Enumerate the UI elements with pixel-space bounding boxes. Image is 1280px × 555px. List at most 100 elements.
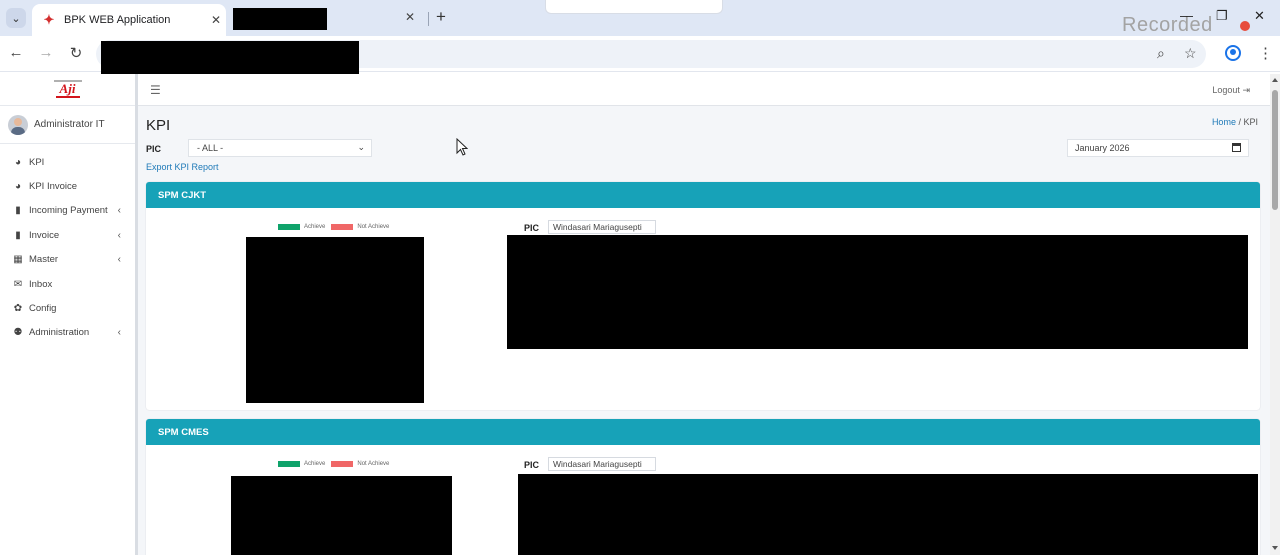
- logout-label: Logout: [1212, 85, 1240, 95]
- user-cog-icon: ⚉: [13, 327, 23, 339]
- chevron-left-icon: ‹: [117, 205, 121, 217]
- redacted-chart: [246, 237, 424, 403]
- sidebar: Aji Administrator IT ◕ KPI ◕ KPI Invoice…: [0, 74, 138, 555]
- sidebar-item-config[interactable]: ✿ Config: [0, 296, 135, 320]
- sign-out-icon: ⇥: [1242, 85, 1250, 95]
- legend-item-not-achieve[interactable]: Not Achieve: [331, 224, 389, 230]
- sidebar-item-label: Config: [29, 303, 57, 315]
- table-icon: ▦: [13, 254, 23, 266]
- hamburger-menu-icon[interactable]: ☰: [150, 83, 161, 97]
- redacted-table: [518, 474, 1258, 555]
- card-pic-label: PIC: [524, 460, 540, 470]
- legend-swatch-not-achieve: [331, 224, 354, 230]
- new-tab-button[interactable]: +: [436, 7, 446, 27]
- legend-item-not-achieve[interactable]: Not Achieve: [331, 461, 389, 467]
- sidebar-item-master[interactable]: ▦ Master ‹: [0, 248, 135, 272]
- browser-menu-icon[interactable]: ⋮: [1258, 44, 1273, 62]
- sidebar-item-kpi[interactable]: ◕ KPI: [0, 150, 135, 174]
- file-icon: ▮: [15, 229, 21, 241]
- sidebar-item-label: KPI: [29, 156, 45, 168]
- envelope-icon: ✉: [13, 278, 23, 290]
- profile-icon[interactable]: [1225, 45, 1241, 61]
- brand[interactable]: Aji: [0, 74, 135, 106]
- avatar: [8, 114, 28, 135]
- legend-swatch-achieve: [278, 461, 300, 467]
- top-navbar: ☰ Logout ⇥: [138, 74, 1270, 106]
- period-month-input[interactable]: January 2026: [1067, 139, 1249, 157]
- calendar-icon[interactable]: [1232, 143, 1241, 152]
- close-window-button[interactable]: ✕: [1254, 8, 1265, 24]
- close-tab-icon[interactable]: ✕: [405, 10, 415, 24]
- legend-label: Achieve: [304, 224, 326, 230]
- card-pic-field[interactable]: Windasari Mariagusepti: [548, 457, 656, 471]
- chevron-left-icon: ‹: [117, 229, 121, 241]
- sidebar-item-inbox[interactable]: ✉ Inbox: [0, 272, 135, 296]
- scroll-down-arrow-icon[interactable]: [1272, 546, 1278, 550]
- redacted-chart: [231, 476, 452, 555]
- pic-filter-value: - ALL -: [197, 143, 224, 153]
- sidebar-item-label: Master: [29, 254, 59, 266]
- sidebar-item-kpi-invoice[interactable]: ◕ KPI Invoice: [0, 174, 135, 198]
- forward-arrow-icon[interactable]: →: [36, 44, 56, 61]
- export-kpi-report-link[interactable]: Export KPI Report: [146, 162, 219, 172]
- legend-label: Not Achieve: [357, 224, 390, 230]
- redacted-tab-title[interactable]: [233, 8, 327, 30]
- sidebar-item-administration[interactable]: ⚉ Administration ‹: [0, 321, 135, 345]
- chevron-down-icon: ⌄: [357, 142, 365, 152]
- scroll-up-arrow-icon[interactable]: [1272, 78, 1278, 82]
- card-title: SPM CMES: [146, 419, 1260, 445]
- kpi-card: SPM CJKT Achieve Not Achieve PIC Windasa…: [146, 182, 1260, 410]
- legend-label: Not Achieve: [357, 461, 390, 467]
- browser-tab-bar: ⌄ ✦ BPK WEB Application ✕ ✕ + Recorded —…: [0, 0, 1280, 36]
- card-pic-value: Windasari Mariagusepti: [553, 222, 642, 232]
- card-pic-label: PIC: [524, 223, 540, 233]
- zoom-icon[interactable]: ⌕: [1157, 45, 1165, 62]
- legend-item-achieve[interactable]: Achieve: [278, 224, 325, 230]
- reload-icon[interactable]: ↻: [66, 44, 86, 62]
- close-tab-icon[interactable]: ✕: [206, 13, 226, 27]
- recorded-watermark: Recorded: [1122, 14, 1213, 36]
- kpi-card: SPM CMES Achieve Not Achieve PIC Windasa…: [146, 419, 1260, 555]
- pic-filter-label: PIC: [146, 144, 162, 154]
- sidebar-item-label: Incoming Payment: [29, 205, 108, 217]
- tab-title: BPK WEB Application: [64, 14, 171, 26]
- tab-separator: [428, 12, 429, 26]
- legend-label: Achieve: [304, 461, 326, 467]
- legend-item-achieve[interactable]: Achieve: [278, 461, 325, 467]
- chart-legend: Achieve Not Achieve: [278, 224, 395, 230]
- period-value: January 2026: [1075, 143, 1130, 153]
- sidebar-item-invoice[interactable]: ▮ Invoice ‹: [0, 223, 135, 247]
- breadcrumb-current: KPI: [1243, 117, 1258, 127]
- page-scrollbar[interactable]: [1270, 74, 1280, 555]
- back-arrow-icon[interactable]: ←: [6, 44, 26, 61]
- user-panel[interactable]: Administrator IT: [0, 106, 135, 144]
- chart-legend: Achieve Not Achieve: [278, 461, 395, 467]
- pic-filter-select[interactable]: - ALL - ⌄: [188, 139, 372, 157]
- sidebar-menu: ◕ KPI ◕ KPI Invoice ▮ Incoming Payment ‹…: [0, 144, 135, 345]
- card-pic-field[interactable]: Windasari Mariagusepti: [548, 220, 656, 234]
- minimize-button[interactable]: —: [1180, 8, 1193, 23]
- chevron-down-icon: ⌄: [11, 12, 21, 25]
- chevron-left-icon: ‹: [117, 327, 121, 339]
- pie-chart-icon: ◕: [14, 181, 22, 193]
- breadcrumb-home[interactable]: Home: [1212, 117, 1236, 127]
- mouse-cursor-icon: [456, 138, 468, 156]
- tab-search-button[interactable]: ⌄: [6, 8, 26, 28]
- restore-button[interactable]: ❐: [1216, 8, 1228, 24]
- sidebar-item-incoming-payment[interactable]: ▮ Incoming Payment ‹: [0, 199, 135, 223]
- gear-icon: ✿: [13, 303, 23, 315]
- app-favicon-icon: ✦: [43, 12, 55, 27]
- browser-tab-active[interactable]: ✦ BPK WEB Application ✕: [32, 4, 226, 36]
- legend-swatch-not-achieve: [331, 461, 354, 467]
- bookmark-star-icon[interactable]: ☆: [1184, 45, 1197, 62]
- user-name: Administrator IT: [34, 119, 105, 130]
- sidebar-item-label: KPI Invoice: [29, 181, 78, 193]
- breadcrumb: Home / KPI: [1212, 117, 1258, 127]
- recording-dot-icon: [1240, 21, 1250, 31]
- scrollbar-thumb[interactable]: [1272, 90, 1278, 210]
- chevron-left-icon: ‹: [117, 254, 121, 266]
- card-pic-value: Windasari Mariagusepti: [553, 459, 642, 469]
- sidebar-item-label: Invoice: [29, 229, 60, 241]
- sidebar-item-label: Administration: [29, 327, 90, 339]
- logout-link[interactable]: Logout ⇥: [1212, 85, 1250, 96]
